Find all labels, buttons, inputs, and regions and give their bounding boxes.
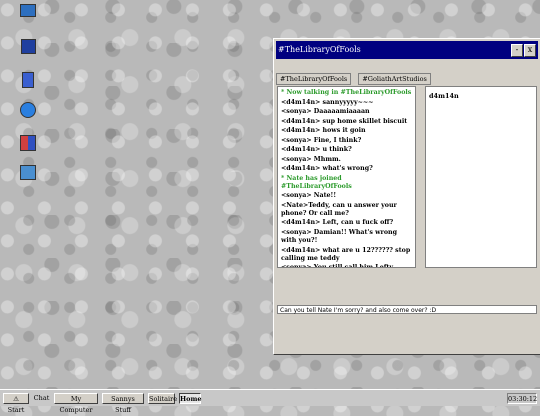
chat-message: <d4m14n> Left, can u fuck off? bbox=[281, 219, 394, 227]
close-button[interactable]: x bbox=[524, 44, 536, 57]
taskbar-item-my-computer[interactable]: My Computer bbox=[54, 393, 98, 414]
computer-icon[interactable] bbox=[14, 4, 42, 34]
paint-icon[interactable] bbox=[14, 135, 42, 165]
chat-message: <sonya> You still call him Lefty... bbox=[281, 264, 399, 268]
system-message: * Nate has joined #TheLibraryOfFools bbox=[281, 174, 352, 190]
taskbar-item-chat[interactable]: Chat bbox=[33, 393, 50, 404]
minimize-button[interactable]: - bbox=[511, 44, 523, 57]
chat-message: <d4m14n> sup home skillet biscuit bbox=[281, 117, 408, 125]
window-title: #TheLibraryOfFools bbox=[278, 45, 361, 54]
taskbar-item-solitaire[interactable]: Solitaire bbox=[148, 393, 177, 404]
taskbar-clock: 03:30:12 bbox=[507, 393, 538, 404]
floppy-icon[interactable] bbox=[14, 39, 42, 69]
start-button[interactable]: ⚠ Start bbox=[3, 393, 29, 414]
chat-message: <sonya> Nate!! bbox=[281, 192, 337, 200]
chat-log[interactable]: * Now talking in #TheLibraryOfFools <d4m1… bbox=[277, 86, 416, 268]
taskbar-item-sannys-stuff[interactable]: Sannys Stuff bbox=[102, 393, 144, 414]
start-label: Start bbox=[7, 406, 25, 414]
taskbar-item-home[interactable]: Home bbox=[179, 393, 202, 404]
internet-explorer-icon[interactable] bbox=[14, 102, 42, 132]
taskbar: ⚠ Start Chat My Computer Sannys Stuff So… bbox=[0, 389, 540, 414]
network-icon[interactable] bbox=[14, 165, 42, 195]
chat-message: <d4m14n> u think? bbox=[281, 146, 352, 153]
message-input[interactable]: Can you tell Nate I'm sorry? and also co… bbox=[277, 305, 537, 314]
chat-message: <d4m14n> what's wrong? bbox=[281, 165, 373, 172]
nick-item[interactable]: d4m14n bbox=[429, 92, 533, 100]
tab-goliathartstudios[interactable]: #GoliathArtStudios bbox=[358, 73, 431, 85]
chat-message: <sonya> Mhmm. bbox=[281, 155, 341, 163]
recycle-bin-icon[interactable] bbox=[14, 72, 42, 102]
tab-thelibraryoffools[interactable]: #TheLibraryOfFools bbox=[276, 73, 352, 85]
chat-message: <d4m14n> sannyyyyy~~~ bbox=[281, 98, 374, 106]
chat-message: <d4m14n> hows it goin bbox=[281, 127, 366, 134]
chat-message: <sonya> Daaaaamiaaaan bbox=[281, 108, 370, 115]
irc-chat-window: #TheLibraryOfFools - x #TheLibraryOfFool… bbox=[273, 38, 540, 355]
chat-message: <Nate>Teddy, can u answer your phone? Or… bbox=[281, 201, 397, 217]
start-icon: ⚠ bbox=[13, 395, 19, 403]
window-titlebar[interactable]: #TheLibraryOfFools - x bbox=[276, 41, 538, 59]
nick-list[interactable]: d4m14n bbox=[425, 86, 537, 268]
channel-tabs: #TheLibraryOfFools #GoliathArtStudios bbox=[276, 66, 433, 85]
chat-message: <d4m14n> what are u 12?????? stop callin… bbox=[281, 246, 411, 262]
chat-message: <sonya> Damian!! What's wrong with you?! bbox=[281, 228, 398, 245]
system-message: * Now talking in #TheLibraryOfFools bbox=[281, 89, 412, 96]
chat-message: <sonya> Fine, I think? bbox=[281, 136, 362, 144]
